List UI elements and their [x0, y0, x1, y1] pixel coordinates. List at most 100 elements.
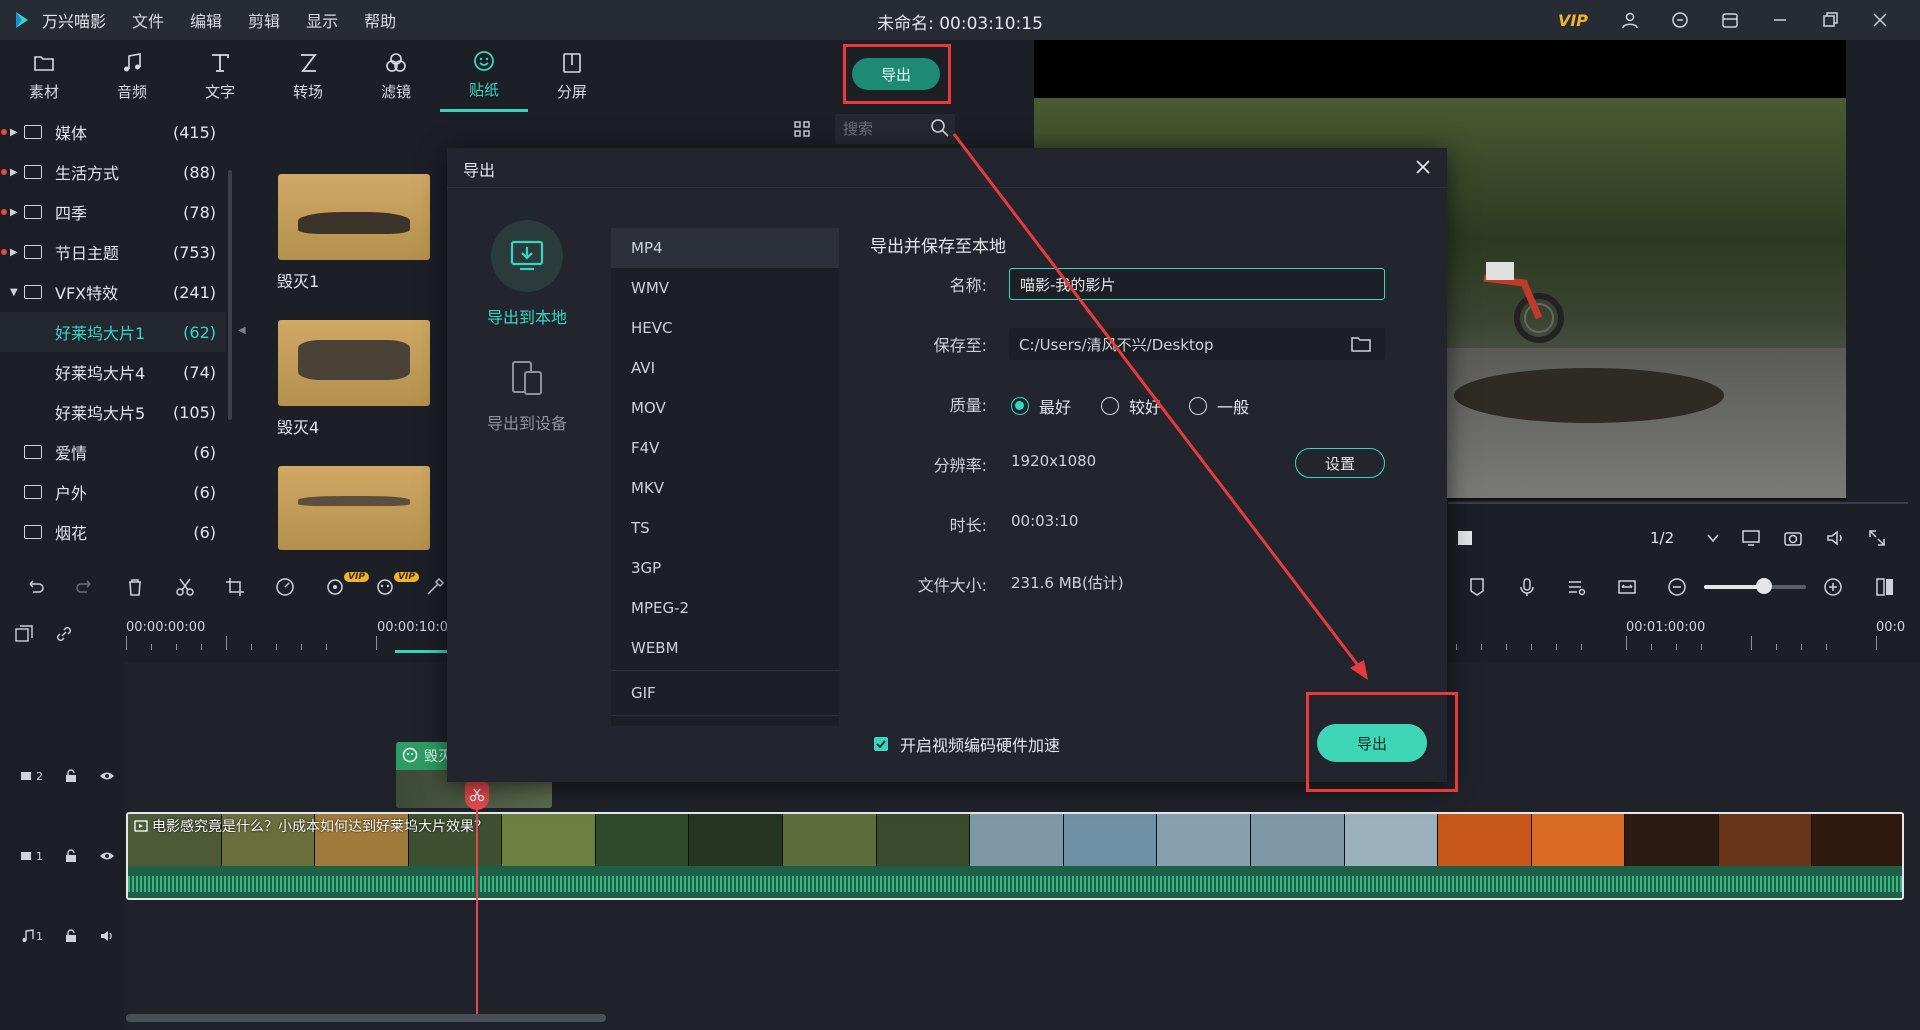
export-to-device[interactable]: 导出到设备	[447, 358, 607, 434]
preview-progress-track[interactable]	[1448, 502, 1908, 504]
tab-filter[interactable]: 滤镜	[352, 40, 440, 112]
folder-icon[interactable]	[1351, 335, 1371, 353]
close-window-icon[interactable]	[1870, 10, 1890, 30]
speaker-icon[interactable]	[99, 928, 115, 944]
tab-transition[interactable]: 转场	[264, 40, 352, 112]
link-icon[interactable]	[54, 624, 74, 644]
tab-audio[interactable]: 音频	[88, 40, 176, 112]
microphone-icon[interactable]	[1516, 576, 1538, 598]
chevron-down-icon[interactable]	[1706, 531, 1720, 545]
category-seasons[interactable]: ▶ 四季 (78)	[0, 192, 226, 232]
format-ts[interactable]: TS	[611, 508, 839, 548]
undo-icon[interactable]	[24, 576, 46, 598]
redo-icon[interactable]	[74, 576, 96, 598]
lock-icon[interactable]	[63, 768, 79, 784]
category-vfx[interactable]: ▼ VFX特效 (241)	[0, 272, 226, 312]
audio-mixer-icon[interactable]	[1566, 576, 1588, 598]
menu-view[interactable]: 显示	[306, 8, 338, 32]
settings-button[interactable]: 设置	[1295, 448, 1385, 478]
format-3gp[interactable]: 3GP	[611, 548, 839, 588]
vip-badge[interactable]: VIP	[1558, 11, 1588, 30]
category-hollywood-1[interactable]: 好莱坞大片1 (62)	[0, 312, 226, 352]
menu-clip[interactable]: 剪辑	[248, 8, 280, 32]
tab-text[interactable]: 文字	[176, 40, 264, 112]
playhead-handle[interactable]	[465, 782, 489, 810]
playhead-line[interactable]	[476, 782, 478, 1014]
lock-icon[interactable]	[63, 848, 79, 864]
format-wmv[interactable]: WMV	[611, 268, 839, 308]
close-icon[interactable]	[1413, 157, 1433, 177]
category-hollywood-4[interactable]: 好莱坞大片4 (74)	[0, 352, 226, 392]
category-holiday[interactable]: ▶ 节日主题 (753)	[0, 232, 226, 272]
fullscreen-icon[interactable]	[1866, 527, 1888, 549]
sticker-thumbnail-1[interactable]	[278, 174, 430, 260]
timeline-zoom-slider[interactable]	[1704, 585, 1806, 589]
format-mpeg2[interactable]: MPEG-2	[611, 588, 839, 628]
color-picker-icon[interactable]	[424, 576, 446, 598]
eye-icon[interactable]	[99, 848, 115, 864]
format-f4v[interactable]: F4V	[611, 428, 839, 468]
format-mp4[interactable]: MP4	[611, 228, 839, 268]
sticker-search-bar	[250, 112, 962, 148]
export-to-local[interactable]: 导出到本地	[447, 220, 607, 328]
tab-sticker[interactable]: 贴纸	[440, 40, 528, 112]
quality-normal-radio[interactable]: 一般	[1189, 394, 1249, 418]
menu-file[interactable]: 文件	[132, 8, 164, 32]
file-name-input[interactable]	[1009, 268, 1385, 300]
menu-edit[interactable]: 编辑	[190, 8, 222, 32]
store-icon[interactable]	[1720, 10, 1740, 30]
marker-icon[interactable]	[1466, 576, 1488, 598]
category-hollywood-5[interactable]: 好莱坞大片5 (105)	[0, 392, 226, 432]
tab-split-screen[interactable]: 分屏	[528, 40, 616, 112]
menu-help[interactable]: 帮助	[364, 8, 396, 32]
save-path-field[interactable]: C:/Users/清风不兴/Desktop	[1009, 328, 1385, 360]
zoom-out-icon[interactable]	[1666, 576, 1688, 598]
format-webm[interactable]: WEBM	[611, 628, 839, 668]
sticker-thumbnail-2[interactable]	[278, 320, 430, 406]
quality-best-radio[interactable]: 最好	[1011, 394, 1071, 418]
eye-icon[interactable]	[99, 768, 115, 784]
speed-icon[interactable]	[274, 576, 296, 598]
category-fireworks[interactable]: 烟花 (6)	[0, 512, 226, 552]
video-clip[interactable]: 电影感究竟是什么？小成本如何达到好莱坞大片效果？	[126, 812, 1904, 900]
sticker-thumbnail-3[interactable]	[278, 466, 430, 550]
color-match-icon[interactable]	[324, 576, 346, 598]
format-mov[interactable]: MOV	[611, 388, 839, 428]
lock-icon[interactable]	[63, 928, 79, 944]
format-avi[interactable]: AVI	[611, 348, 839, 388]
user-icon[interactable]	[1620, 10, 1640, 30]
format-mkv[interactable]: MKV	[611, 468, 839, 508]
restore-icon[interactable]	[1820, 10, 1840, 30]
add-track-icon[interactable]	[14, 624, 34, 644]
fit-timeline-icon[interactable]	[1616, 576, 1638, 598]
delete-icon[interactable]	[124, 576, 146, 598]
timeline-scrollbar[interactable]	[126, 1014, 606, 1022]
hw-accel-checkbox[interactable]: 开启视频编码硬件加速	[874, 732, 1060, 756]
crop-icon[interactable]	[224, 576, 246, 598]
grid-view-icon[interactable]	[793, 120, 811, 138]
tab-media[interactable]: 素材	[0, 40, 88, 112]
category-love[interactable]: 爱情 (6)	[0, 432, 226, 472]
collapse-panel-icon[interactable]: ◀	[238, 325, 246, 336]
category-lifestyle[interactable]: ▶ 生活方式 (88)	[0, 152, 226, 192]
track-head-video-1: 1	[0, 836, 124, 876]
monitor-icon[interactable]	[1740, 527, 1762, 549]
search-input[interactable]	[843, 119, 923, 139]
search-icon[interactable]	[930, 118, 950, 138]
category-outdoor[interactable]: 户外 (6)	[0, 472, 226, 512]
quality-better-radio[interactable]: 较好	[1101, 394, 1161, 418]
format-hevc[interactable]: HEVC	[611, 308, 839, 348]
category-media[interactable]: ▶ 媒体 (415)	[0, 112, 226, 152]
zoom-in-icon[interactable]	[1822, 576, 1844, 598]
message-icon[interactable]	[1670, 10, 1690, 30]
camera-icon[interactable]	[1782, 527, 1804, 549]
green-screen-icon[interactable]	[374, 576, 396, 598]
zoom-slider-knob[interactable]	[1756, 578, 1772, 594]
minimize-icon[interactable]	[1770, 10, 1790, 30]
cut-icon[interactable]	[174, 576, 196, 598]
volume-icon[interactable]	[1824, 527, 1846, 549]
panel-layout-icon[interactable]	[1874, 576, 1896, 598]
category-scrollbar[interactable]	[228, 170, 232, 420]
format-gif[interactable]: GIF	[611, 673, 839, 713]
stop-icon[interactable]	[1458, 531, 1472, 545]
